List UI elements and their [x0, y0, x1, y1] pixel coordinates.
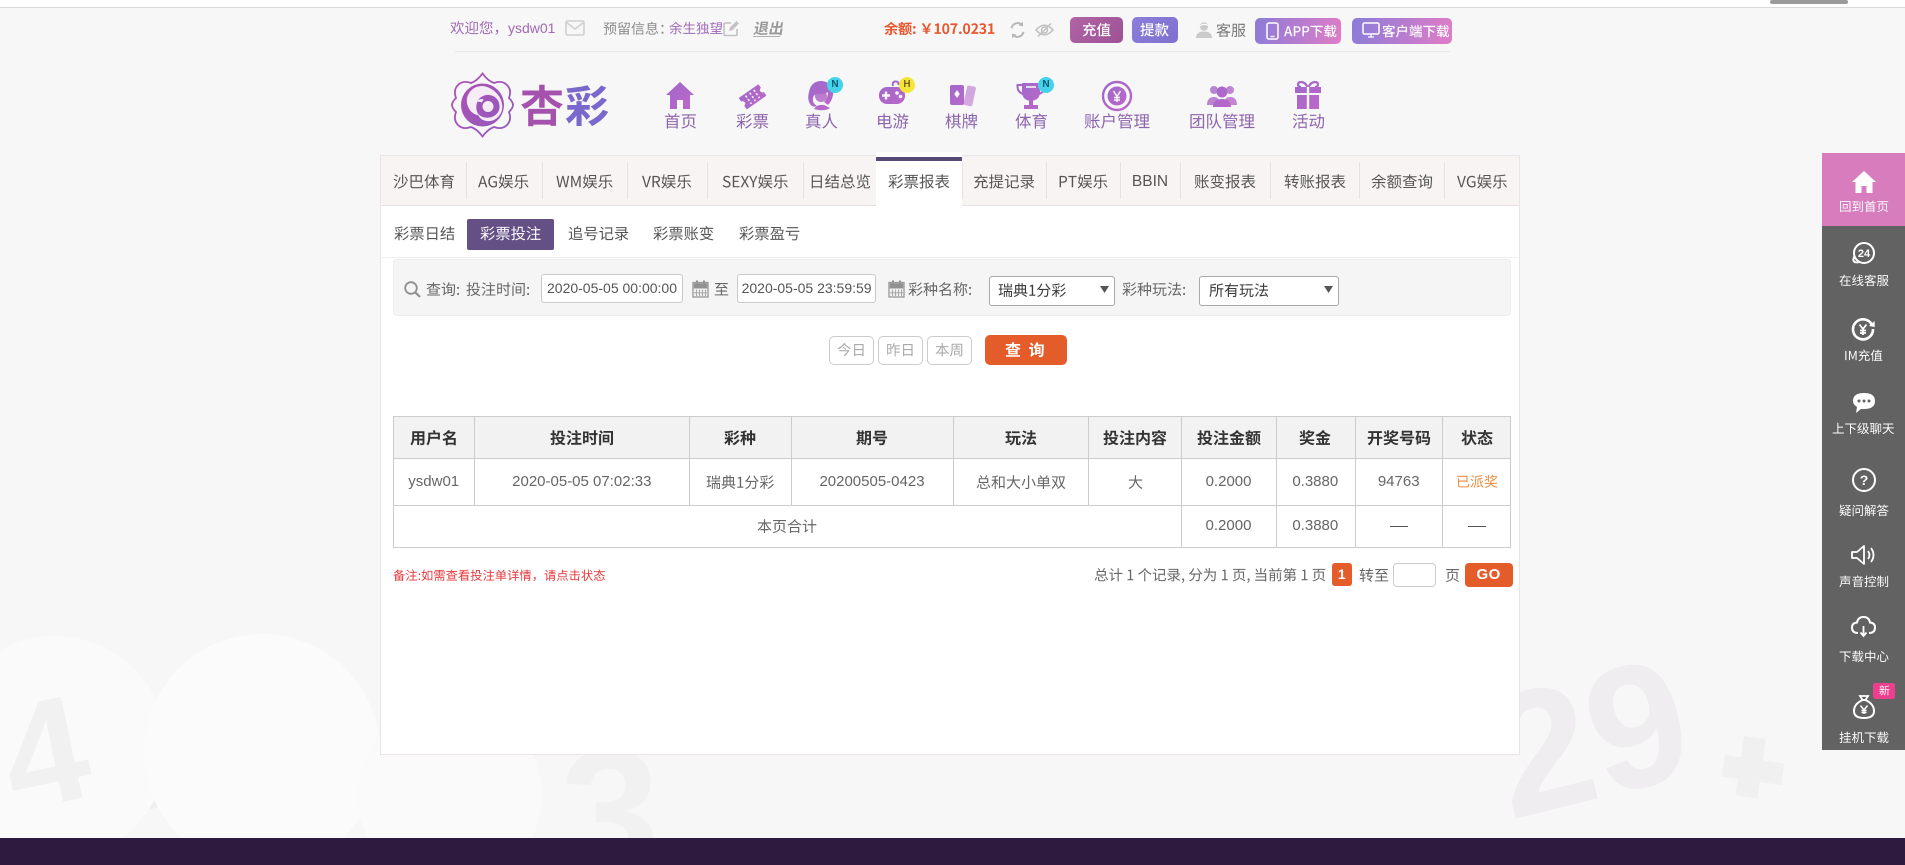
- svg-text:24: 24: [1857, 248, 1870, 260]
- svg-text:?: ?: [1859, 472, 1868, 488]
